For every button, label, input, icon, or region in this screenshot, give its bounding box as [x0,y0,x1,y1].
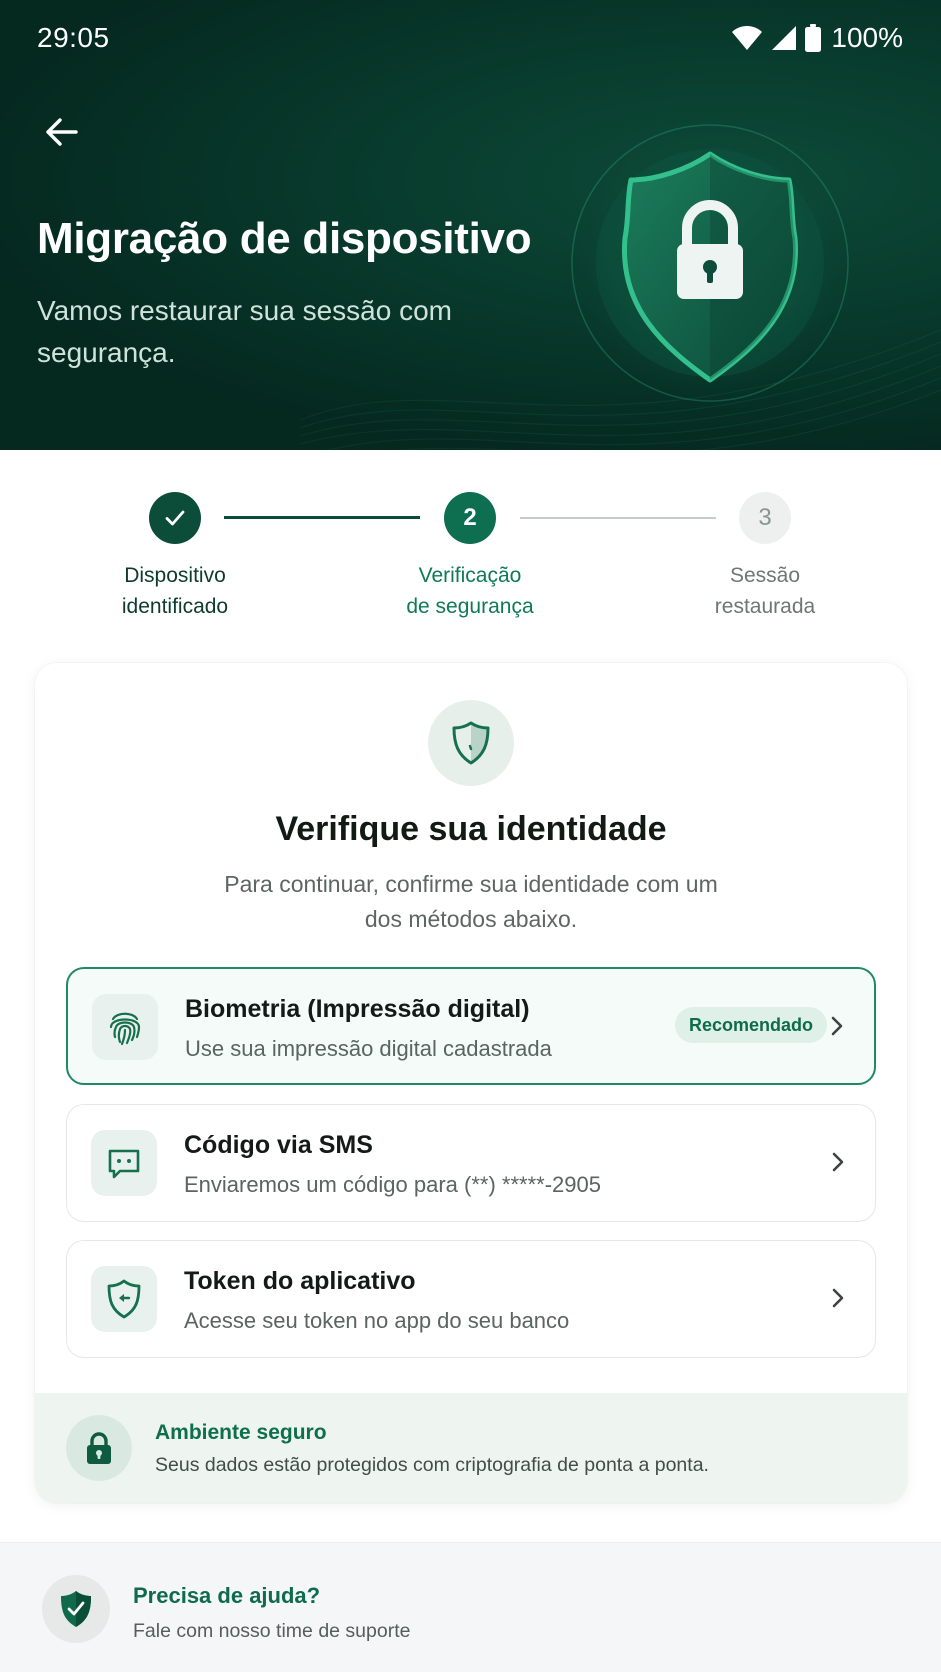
method-title: Token do aplicativo [184,1267,416,1295]
help-section[interactable]: Precisa de ajuda? Fale com nosso time de… [0,1542,941,1672]
step-3-label: Sessão restaurada [714,564,816,618]
secure-environment-notice: Ambiente seguro Seus dados estão protegi… [35,1393,907,1503]
method-token-option[interactable]: Token do aplicativo Acesse seu token no … [66,1240,876,1358]
verification-title: Verifique sua identidade [275,810,667,848]
step-2-label: Verificação de segurança [406,564,534,618]
help-description: Fale com nosso time de suporte [133,1620,411,1642]
verification-icon-wrap [428,700,514,786]
shield-lock-icon [571,124,849,402]
step-1-completed [149,492,201,544]
method-biometria-option[interactable]: Biometria (Impressão digital) Use sua im… [66,967,876,1085]
verification-subtitle: Para continuar, confirme sua identidade … [224,871,718,932]
fingerprint-icon [109,1012,141,1046]
method-description: Enviaremos um código para (**) *****-290… [184,1172,601,1197]
checkmark-icon [165,510,185,526]
chevron-right-icon [832,1152,844,1172]
step-connector-2 [520,517,716,519]
recommended-badge: Recomendado [675,1007,828,1043]
signal-icon [772,26,797,50]
method-description: Use sua impressão digital cadastrada [185,1036,552,1061]
progress-stepper: 2 3 Dispositivo identificado Verificação… [0,450,941,640]
shield-key-icon [107,1279,141,1319]
wifi-icon [732,26,763,50]
shield-check-icon-wrap [42,1575,110,1643]
arrow-left-icon [46,118,78,146]
help-title: Precisa de ajuda? [133,1583,321,1608]
page-title: Migração de dispositivo [37,214,532,263]
lock-icon [87,1432,111,1464]
chevron-right-icon [831,1016,843,1036]
message-icon [108,1149,140,1179]
battery-percent: 100% [831,22,903,53]
step-3-pending: 3 [739,492,791,544]
lock-icon-wrap [66,1415,132,1481]
shield-check-icon [61,1591,91,1627]
battery-icon [805,24,822,52]
shield-icon [452,721,490,765]
method-description: Acesse seu token no app do seu banco [184,1308,570,1333]
shield-key-icon-wrap [91,1266,157,1332]
fingerprint-icon-wrap [92,994,158,1060]
page-subtitle: Vamos restaurar sua sessão com segurança… [37,295,452,368]
chevron-right-icon [832,1288,844,1308]
method-title: Código via SMS [184,1131,373,1159]
status-time: 29:05 [37,22,110,53]
step-1-label: Dispositivo identificado [121,564,229,618]
message-icon-wrap [91,1130,157,1196]
status-icons: 100% [731,22,903,54]
header-hero: 29:05 100% Migração de dispositivo Vamos… [0,0,941,450]
secure-title: Ambiente seguro [155,1421,327,1444]
step-connector-1 [224,516,420,519]
method-sms-option[interactable]: Código via SMS Enviaremos um código para… [66,1104,876,1222]
verification-card: Verifique sua identidade Para continuar,… [35,663,907,1503]
method-title: Biometria (Impressão digital) [185,995,530,1023]
step-2-active: 2 [444,492,496,544]
status-bar: 29:05 100% [0,0,941,80]
secure-description: Seus dados estão protegidos com criptogr… [155,1454,709,1476]
back-button[interactable] [38,108,86,156]
